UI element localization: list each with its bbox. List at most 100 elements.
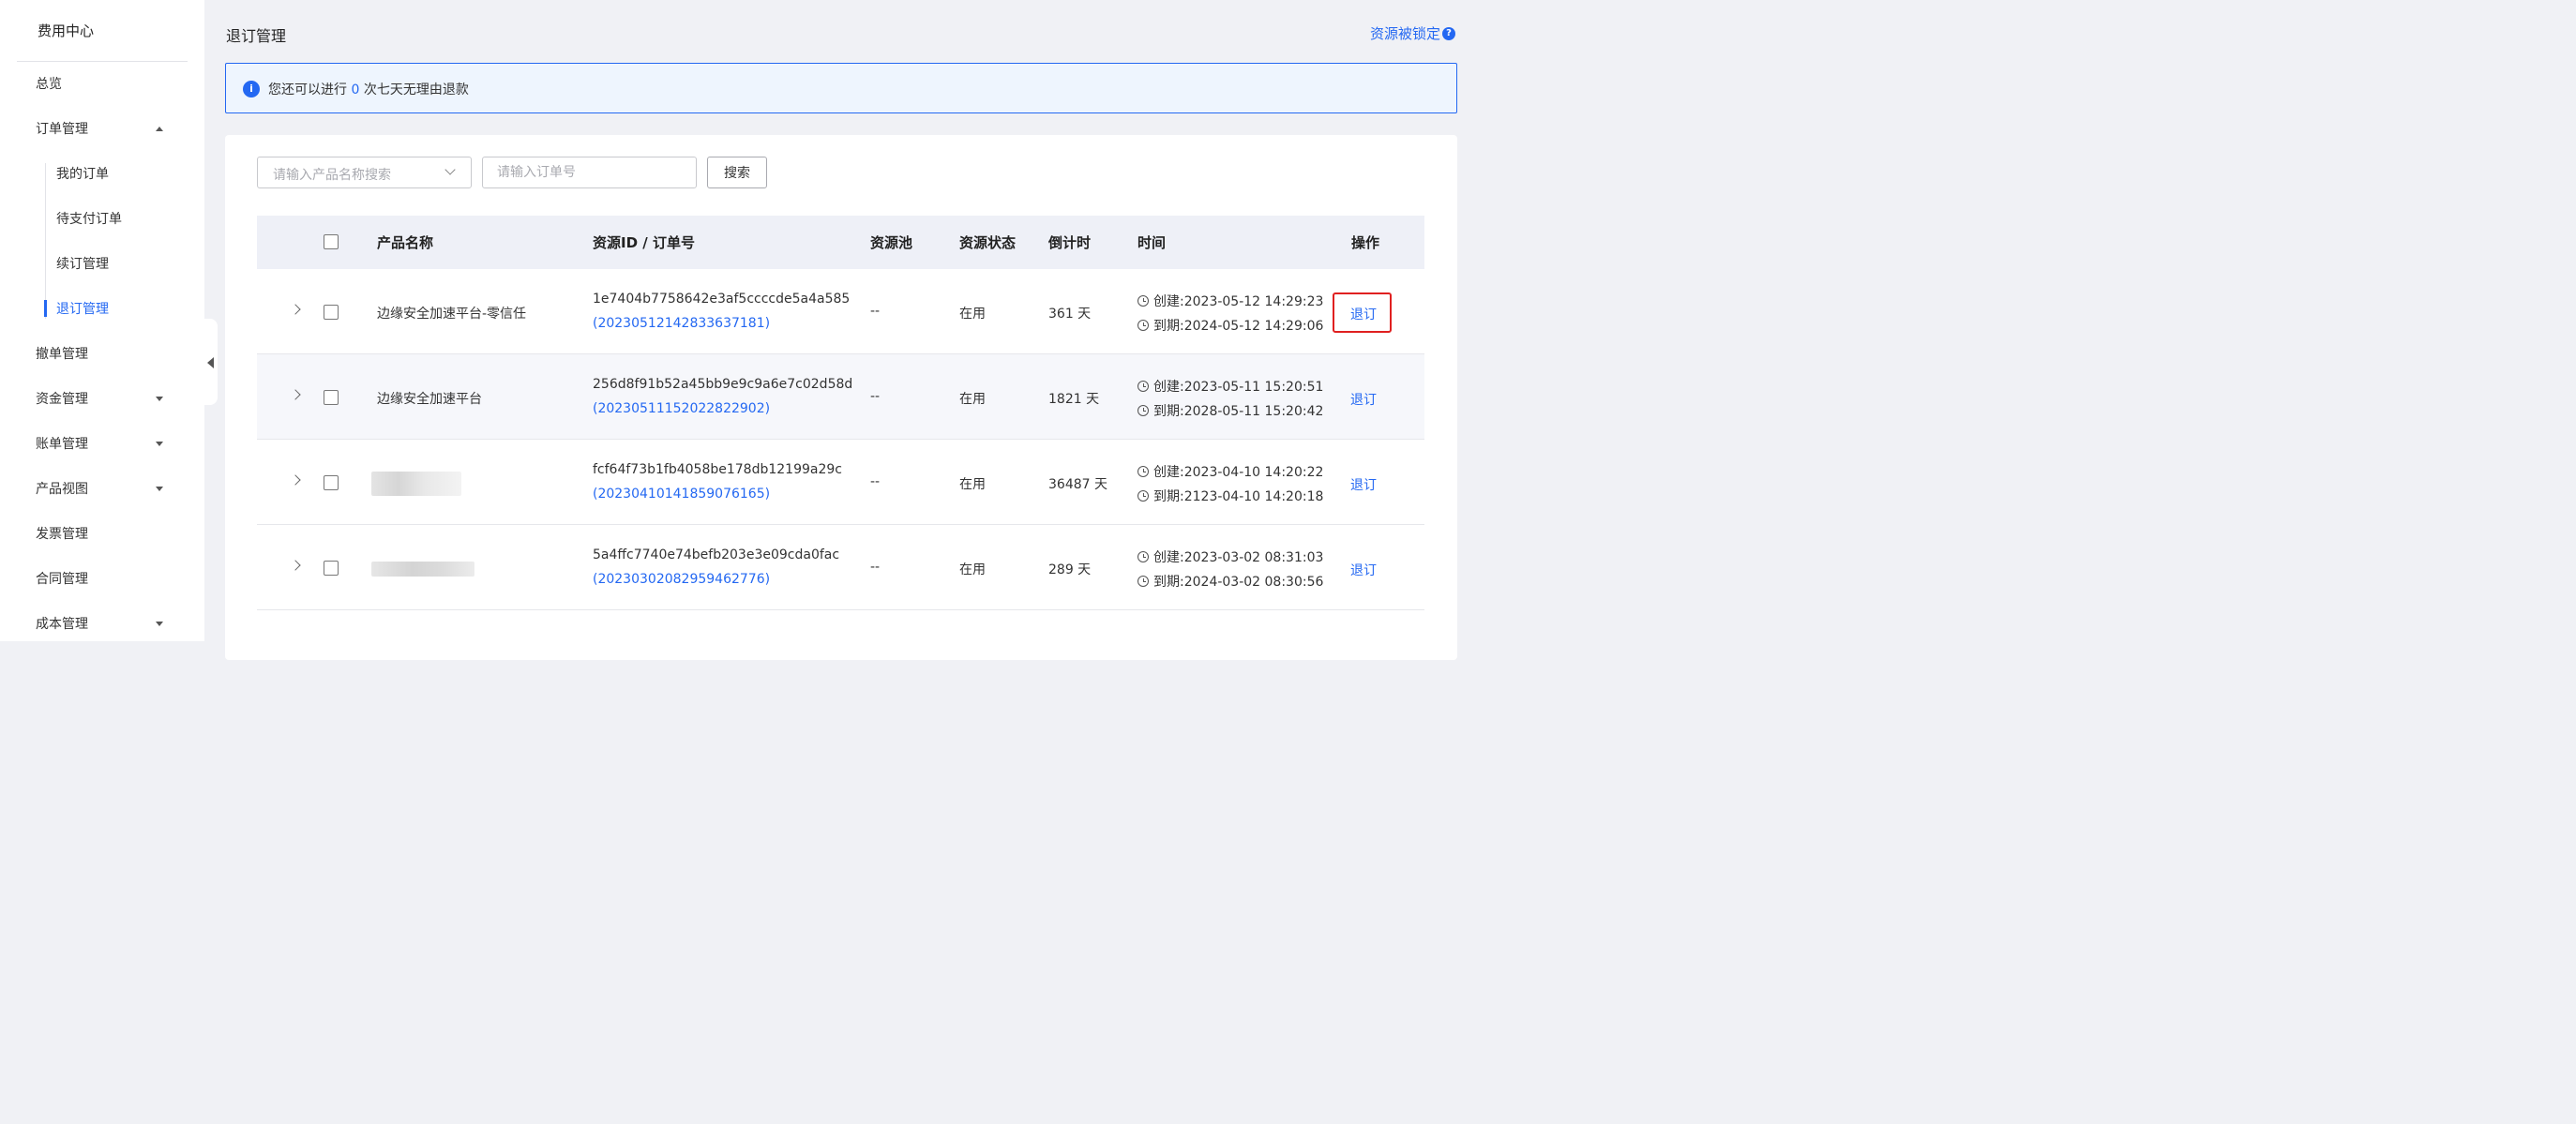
resource-id: 5a4ffc7740e74befb203e3e09cda0fac	[593, 547, 840, 562]
resource-pool: --	[870, 304, 881, 319]
sidebar-item-invoices[interactable]: 发票管理	[36, 523, 186, 546]
order-number[interactable]: (20230302082959462776)	[593, 572, 770, 587]
created-time: 创建:2023-05-11 15:20:51	[1137, 377, 1323, 396]
column-header-pool: 资源池	[870, 234, 913, 251]
countdown: 289 天	[1048, 562, 1092, 577]
clock-icon	[1137, 576, 1149, 587]
expiry-time: 到期:2024-03-02 08:30:56	[1137, 572, 1323, 591]
resource-status: 在用	[959, 307, 986, 322]
expand-row-icon[interactable]	[290, 389, 301, 400]
sidebar-item-overview[interactable]: 总览	[36, 73, 186, 96]
expand-row-icon[interactable]	[290, 304, 301, 315]
expiry-time: 到期:2024-05-12 14:29:06	[1137, 316, 1323, 335]
sidebar-item-orders[interactable]: 订单管理	[36, 118, 186, 141]
created-time: 创建:2023-04-10 14:20:22	[1137, 462, 1323, 481]
page-title: 退订管理	[226, 27, 287, 45]
submenu-guide-line	[45, 163, 46, 319]
product-select-placeholder: 请输入产品名称搜索	[273, 168, 391, 183]
countdown: 36487 天	[1048, 477, 1107, 492]
clock-icon	[1137, 320, 1149, 331]
unsubscribe-button[interactable]: 退订	[1350, 390, 1377, 409]
column-header-action: 操作	[1351, 234, 1380, 251]
banner-text: 您还可以进行 0 次七天无理由退款	[268, 80, 469, 98]
expiry-time-text: 到期:2123-04-10 14:20:18	[1153, 489, 1324, 504]
info-banner: i 您还可以进行 0 次七天无理由退款	[225, 63, 1457, 113]
sidebar-item-label: 账单管理	[36, 437, 88, 452]
sidebar-item-renewals[interactable]: 续订管理	[56, 253, 109, 276]
sidebar-item-funds[interactable]: 资金管理	[36, 388, 186, 411]
table-row: fcf64f73b1fb4058be178db12199a29c (202304…	[257, 440, 1424, 525]
expand-row-icon[interactable]	[290, 474, 301, 486]
unsubscribe-button[interactable]: 退订	[1350, 305, 1377, 323]
column-header-status: 资源状态	[959, 234, 1017, 251]
row-checkbox[interactable]	[324, 390, 339, 405]
locked-resources-link[interactable]: 资源被锁定 ?	[1370, 23, 1455, 43]
banner-text-after: 次七天无理由退款	[363, 82, 469, 97]
sidebar-collapse-handle[interactable]	[204, 319, 218, 405]
sidebar-item-pending-orders[interactable]: 待支付订单	[56, 208, 122, 231]
expiry-time: 到期:2028-05-11 15:20:42	[1137, 401, 1323, 420]
caret-down-icon	[156, 487, 163, 491]
table-row-partial	[257, 610, 1424, 641]
info-icon: i	[243, 81, 260, 97]
column-header-product: 产品名称	[377, 234, 434, 251]
search-button[interactable]: 搜索	[707, 157, 767, 188]
unsubscribe-button[interactable]: 退订	[1350, 475, 1377, 494]
resource-id: fcf64f73b1fb4058be178db12199a29c	[593, 462, 842, 477]
redacted-product-name	[371, 472, 461, 496]
sidebar-item-cancellations[interactable]: 撤单管理	[36, 343, 186, 366]
row-checkbox[interactable]	[324, 305, 339, 320]
table-row: 5a4ffc7740e74befb203e3e09cda0fac (202303…	[257, 525, 1424, 610]
order-number[interactable]: (20230410141859076165)	[593, 487, 770, 502]
expiry-time-text: 到期:2028-05-11 15:20:42	[1153, 404, 1324, 419]
sidebar-item-label: 资金管理	[36, 392, 88, 407]
order-number[interactable]: (20230512142833637181)	[593, 316, 770, 331]
expand-row-icon[interactable]	[290, 560, 301, 571]
sidebar-item-product-view[interactable]: 产品视图	[36, 478, 186, 501]
unsubscribe-button[interactable]: 退订	[1350, 561, 1377, 579]
product-name: 边缘安全加速平台-零信任	[377, 307, 527, 322]
resource-status: 在用	[959, 562, 986, 577]
caret-up-icon	[156, 127, 163, 131]
countdown: 1821 天	[1048, 392, 1100, 407]
redacted-product-name	[371, 562, 475, 577]
countdown: 361 天	[1048, 307, 1092, 322]
product-name: 边缘安全加速平台	[377, 392, 482, 407]
sidebar-item-bills[interactable]: 账单管理	[36, 433, 186, 456]
resource-pool: --	[870, 560, 881, 575]
order-number-input[interactable]	[482, 157, 697, 188]
order-number[interactable]: (20230511152022822902)	[593, 401, 770, 416]
sidebar-title: 费用中心	[38, 22, 95, 39]
product-name-select[interactable]: 请输入产品名称搜索	[257, 157, 472, 188]
sidebar-item-unsubscribe[interactable]: 退订管理	[56, 298, 109, 321]
clock-icon	[1137, 551, 1149, 562]
row-checkbox[interactable]	[324, 475, 339, 490]
created-time: 创建:2023-03-02 08:31:03	[1137, 547, 1323, 566]
help-icon: ?	[1442, 26, 1455, 40]
caret-down-icon	[156, 622, 163, 626]
sidebar-item-contracts[interactable]: 合同管理	[36, 568, 186, 591]
column-header-resource-id: 资源ID / 订单号	[593, 234, 695, 251]
clock-icon	[1137, 295, 1149, 307]
sidebar-item-label: 产品视图	[36, 482, 88, 497]
locked-resources-label: 资源被锁定	[1369, 25, 1440, 42]
sidebar-item-costs[interactable]: 成本管理	[36, 613, 186, 636]
sidebar: 费用中心 总览 订单管理 我的订单 待支付订单 续订管理 退订管理 撤单管理 资…	[0, 0, 204, 641]
sidebar-item-label: 成本管理	[36, 617, 88, 632]
caret-down-icon	[156, 397, 163, 401]
table-row: 边缘安全加速平台-零信任 1e7404b7758642e3af5ccccde5a…	[257, 269, 1424, 354]
clock-icon	[1137, 381, 1149, 392]
sidebar-divider	[17, 61, 188, 62]
banner-text-before: 您还可以进行	[268, 82, 347, 97]
row-checkbox[interactable]	[324, 561, 339, 576]
select-all-checkbox[interactable]	[324, 234, 339, 249]
created-time: 创建:2023-05-12 14:29:23	[1137, 292, 1323, 310]
column-header-countdown: 倒计时	[1048, 234, 1092, 251]
created-time-text: 创建:2023-05-11 15:20:51	[1153, 380, 1324, 395]
chevron-down-icon	[444, 164, 456, 175]
expiry-time: 到期:2123-04-10 14:20:18	[1137, 487, 1323, 505]
resource-pool: --	[870, 474, 881, 489]
expiry-time-text: 到期:2024-03-02 08:30:56	[1153, 575, 1324, 590]
sidebar-item-my-orders[interactable]: 我的订单	[56, 163, 109, 186]
created-time-text: 创建:2023-03-02 08:31:03	[1153, 550, 1324, 565]
